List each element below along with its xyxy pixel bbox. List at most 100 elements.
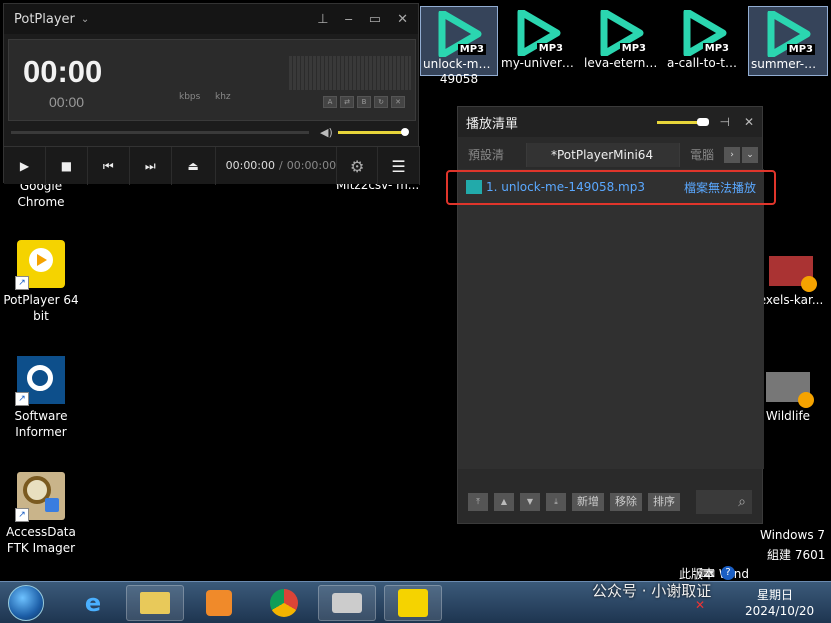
khz-label: khz <box>215 92 231 102</box>
volume-knob[interactable] <box>401 128 409 136</box>
player-controls: ▶ ■ ⏮ ⏭ ⏏ 00:00:00 / 00:00:00 ⚙ ☰ <box>4 146 420 185</box>
chevron-down-icon[interactable]: ⌄ <box>81 14 89 25</box>
taskbar-potplayer[interactable] <box>384 585 442 621</box>
software-informer-icon: ↗ <box>15 356 65 406</box>
desktop-icon-label: Software Informer <box>14 409 68 439</box>
minimize-icon[interactable]: ‒ <box>345 12 353 27</box>
mp3-file-icon: MP3 <box>765 9 815 59</box>
seek-bar[interactable] <box>11 131 309 134</box>
next-icon: ⏭ <box>144 158 156 173</box>
tab-computer[interactable]: 電腦 <box>680 143 724 167</box>
chevron-down-icon[interactable]: ⌄ <box>742 147 758 163</box>
elapsed-time-small: 00:00 <box>49 94 85 110</box>
desktop-file-mp3[interactable]: MP3 unlock-me-1 49058 <box>420 6 498 86</box>
video-thumbnail-icon <box>769 256 817 292</box>
menu-button[interactable]: ☰ <box>378 147 420 185</box>
playlist-opacity-slider[interactable] <box>657 117 710 126</box>
folder-icon <box>140 592 170 614</box>
move-bottom-icon[interactable]: ⤓ <box>546 493 566 511</box>
playlist-titlebar[interactable]: 播放清單 ⊣ ✕ <box>458 107 762 137</box>
spectrum-visualizer <box>289 56 411 90</box>
desktop-file-mp3[interactable]: MP3 leva-eternit... <box>582 6 660 76</box>
eject-icon: ⏏ <box>187 159 199 173</box>
potplayer-logo-icon: ↗ <box>15 240 65 290</box>
scanner-icon <box>332 593 362 613</box>
keyboard-icon[interactable]: ⌨ <box>699 567 715 580</box>
gear-icon: ⚙ <box>349 156 365 176</box>
stop-icon: ■ <box>60 159 73 173</box>
search-icon[interactable]: ⌕ <box>696 490 752 514</box>
previous-icon: ⏮ <box>102 158 114 173</box>
time-separator: / <box>279 159 283 172</box>
potplayer-icon <box>398 589 428 617</box>
kbps-label: kbps <box>179 92 201 102</box>
play-icon: ▶ <box>19 159 30 173</box>
stop-button[interactable]: ■ <box>46 147 88 185</box>
previous-button[interactable]: ⏮ <box>88 147 130 185</box>
elapsed-time-large: 00:00 <box>23 54 103 89</box>
remove-button[interactable]: 移除 <box>610 493 642 511</box>
chrome-icon <box>270 589 298 617</box>
repeat-icon[interactable]: ⇄ <box>340 96 354 108</box>
taskbar-explorer[interactable] <box>126 585 184 621</box>
refresh-icon[interactable]: ↻ <box>374 96 388 108</box>
desktop-file-mp3[interactable]: MP3 summer-wa... <box>748 6 828 76</box>
shuffle-icon[interactable]: ✕ <box>391 96 405 108</box>
desktop-file-mp3[interactable]: MP3 a-call-to-th... <box>665 6 743 76</box>
desktop-icon-label: PotPlayer 64 bit <box>3 293 79 323</box>
taskbar-scanner[interactable] <box>318 585 376 621</box>
volume-slider[interactable] <box>338 131 406 134</box>
move-top-icon[interactable]: ⤒ <box>468 493 488 511</box>
volume-icon[interactable]: ◀) <box>320 126 333 139</box>
close-icon[interactable]: ✕ <box>397 12 408 27</box>
clock-day[interactable]: 星期日 <box>757 586 793 603</box>
desktop-icon-potplayer[interactable]: ↗ PotPlayer 64 bit <box>1 240 81 324</box>
playlist-items: 1. unlock-me-149058.mp3 檔案無法播放 <box>458 169 764 469</box>
annotation-highlight-box <box>446 170 776 205</box>
desktop-icon-software-informer[interactable]: ↗ Software Informer <box>1 356 81 440</box>
chevron-right-icon[interactable]: › <box>724 147 740 163</box>
taskbar-chrome[interactable] <box>255 585 313 621</box>
current-time: 00:00:00 <box>225 159 276 172</box>
taskbar-media[interactable] <box>190 585 248 621</box>
display-mini-buttons: A ⇄ B ↻ ✕ <box>323 96 405 108</box>
close-icon[interactable]: ✕ <box>744 115 754 129</box>
maximize-icon[interactable]: ▭ <box>369 12 381 27</box>
audio-mode-icon[interactable]: A <box>323 96 337 108</box>
clock-date[interactable]: 2024/10/20 <box>745 604 814 618</box>
move-down-icon[interactable]: ▼ <box>520 493 540 511</box>
pin-icon[interactable]: ⊣ <box>719 115 729 129</box>
play-button[interactable]: ▶ <box>4 147 46 185</box>
desktop-file-mp3[interactable]: MP3 my-univers... <box>499 6 577 76</box>
next-button[interactable]: ⏭ <box>130 147 172 185</box>
eject-button[interactable]: ⏏ <box>172 147 216 185</box>
desktop-icon-ftk-imager[interactable]: ↗ AccessData FTK Imager <box>1 472 81 556</box>
player-titlebar[interactable]: PotPlayer ⌄ ⊥ ‒ ▭ ✕ <box>4 4 418 34</box>
playlist-tabs: 預設清單 *PotPlayerMini64✕ 電腦 › ⌄ <box>458 143 764 186</box>
desktop: Google Chrome ↗ PotPlayer 64 bit ↗ Softw… <box>0 0 831 623</box>
windows-edition: Windows 7 <box>760 528 826 542</box>
mp3-file-icon: MP3 <box>598 8 648 58</box>
taskbar-ie[interactable]: e <box>64 585 122 621</box>
video-thumbnail-icon <box>766 372 814 408</box>
settings-button[interactable]: ⚙ <box>336 147 379 185</box>
start-button[interactable] <box>8 585 44 621</box>
add-button[interactable]: 新增 <box>572 493 604 511</box>
mp3-file-icon: MP3 <box>436 9 486 59</box>
tab-potplayer-mini[interactable]: *PotPlayerMini64✕ <box>526 143 680 186</box>
help-icon[interactable]: ? <box>721 566 735 580</box>
sort-button[interactable]: 排序 <box>648 493 680 511</box>
bookmark-icon[interactable]: B <box>357 96 371 108</box>
mp3-file-icon: MP3 <box>515 8 565 58</box>
pin-icon[interactable]: ⊥ <box>317 12 328 27</box>
playlist-window: 播放清單 ⊣ ✕ 預設清單 *PotPlayerMini64✕ 電腦 › ⌄ 1… <box>457 106 764 524</box>
tab-default-list[interactable]: 預設清單 <box>458 143 527 186</box>
magnifier-icon: ↗ <box>15 472 65 522</box>
seek-row: ◀) <box>8 126 416 139</box>
total-time: 00:00:00 <box>286 159 337 172</box>
mp3-file-icon: MP3 <box>681 8 731 58</box>
media-player-icon <box>206 590 232 616</box>
playlist-footer: ⤒ ▲ ▼ ⤓ 新增 移除 排序 ⌕ <box>468 489 752 515</box>
windows-build: 組建 7601 <box>767 548 826 562</box>
move-up-icon[interactable]: ▲ <box>494 493 514 511</box>
